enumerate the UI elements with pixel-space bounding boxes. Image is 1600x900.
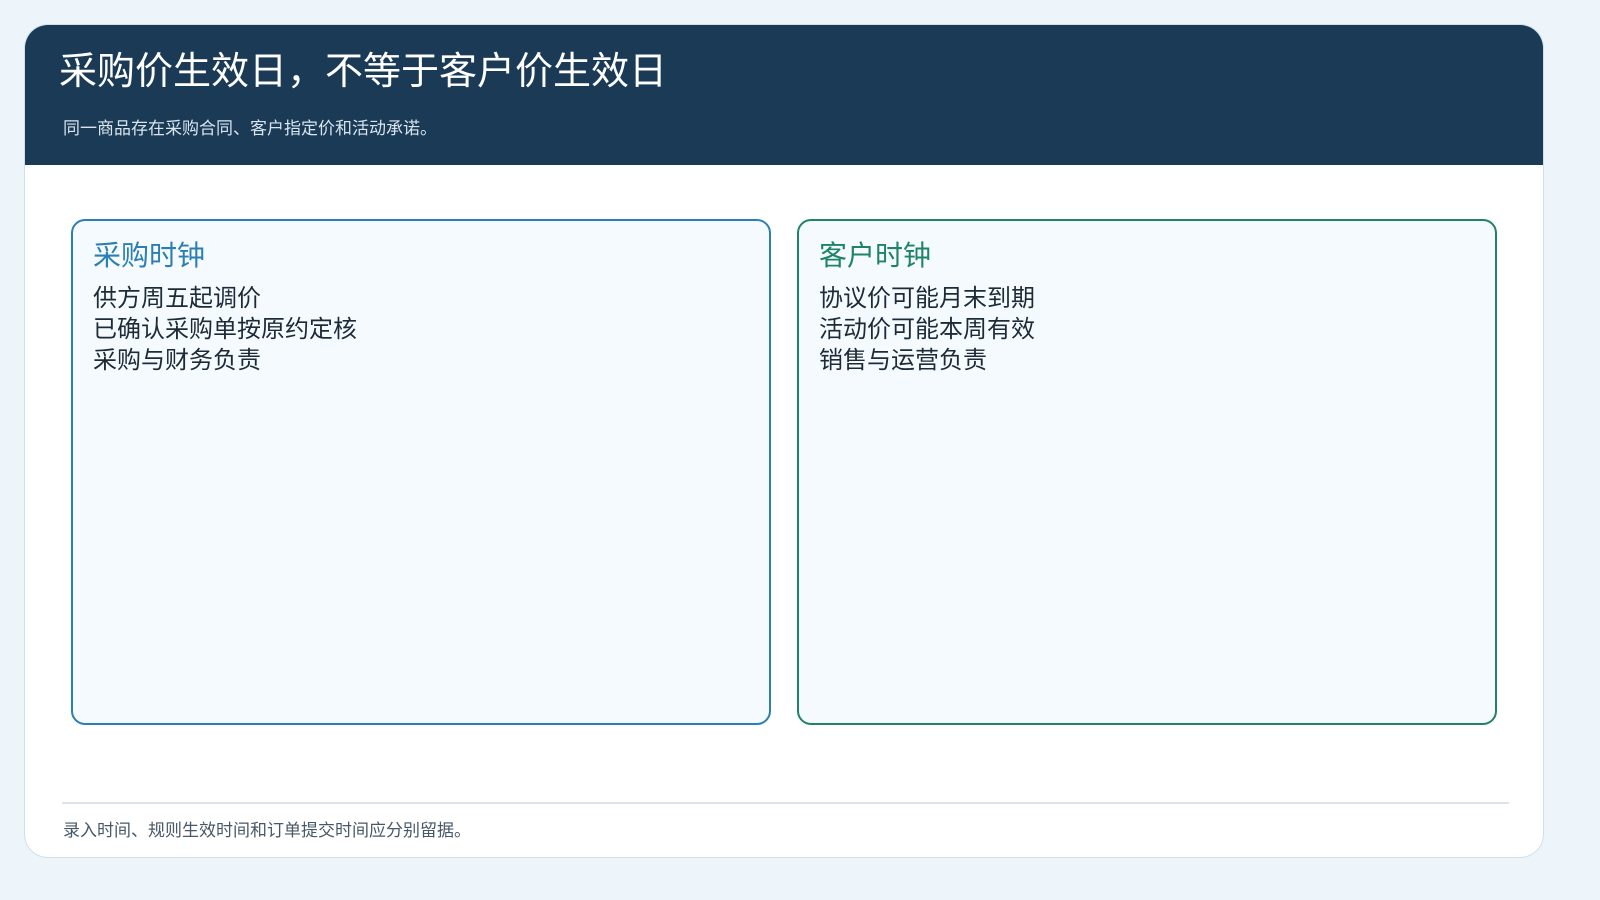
- footer-divider: [62, 802, 1509, 804]
- list-item: 供方周五起调价: [93, 284, 261, 312]
- list-item: 已确认采购单按原约定核: [93, 315, 357, 343]
- customer-clock-list: 协议价可能月末到期 活动价可能本周有效 销售与运营负责: [819, 283, 1035, 376]
- list-item: 销售与运营负责: [819, 346, 987, 374]
- panel-title-customer: 客户时钟: [819, 239, 932, 272]
- customer-clock-panel: 客户时钟 协议价可能月末到期 活动价可能本周有效 销售与运营负责: [797, 219, 1497, 725]
- footer-note: 录入时间、规则生效时间和订单提交时间应分别留据。: [63, 821, 471, 841]
- slide-card: 采购价生效日，不等于客户价生效日 同一商品存在采购合同、客户指定价和活动承诺。 …: [24, 24, 1544, 858]
- page-subtitle: 同一商品存在采购合同、客户指定价和活动承诺。: [63, 119, 437, 139]
- panel-title-procurement: 采购时钟: [93, 239, 206, 272]
- list-item: 协议价可能月末到期: [819, 284, 1035, 312]
- procurement-clock-panel: 采购时钟 供方周五起调价 已确认采购单按原约定核 采购与财务负责: [71, 219, 771, 725]
- header-banner: 采购价生效日，不等于客户价生效日 同一商品存在采购合同、客户指定价和活动承诺。: [25, 25, 1543, 165]
- list-item: 活动价可能本周有效: [819, 315, 1035, 343]
- page-title: 采购价生效日，不等于客户价生效日: [59, 49, 668, 93]
- list-item: 采购与财务负责: [93, 346, 261, 374]
- procurement-clock-list: 供方周五起调价 已确认采购单按原约定核 采购与财务负责: [93, 283, 357, 376]
